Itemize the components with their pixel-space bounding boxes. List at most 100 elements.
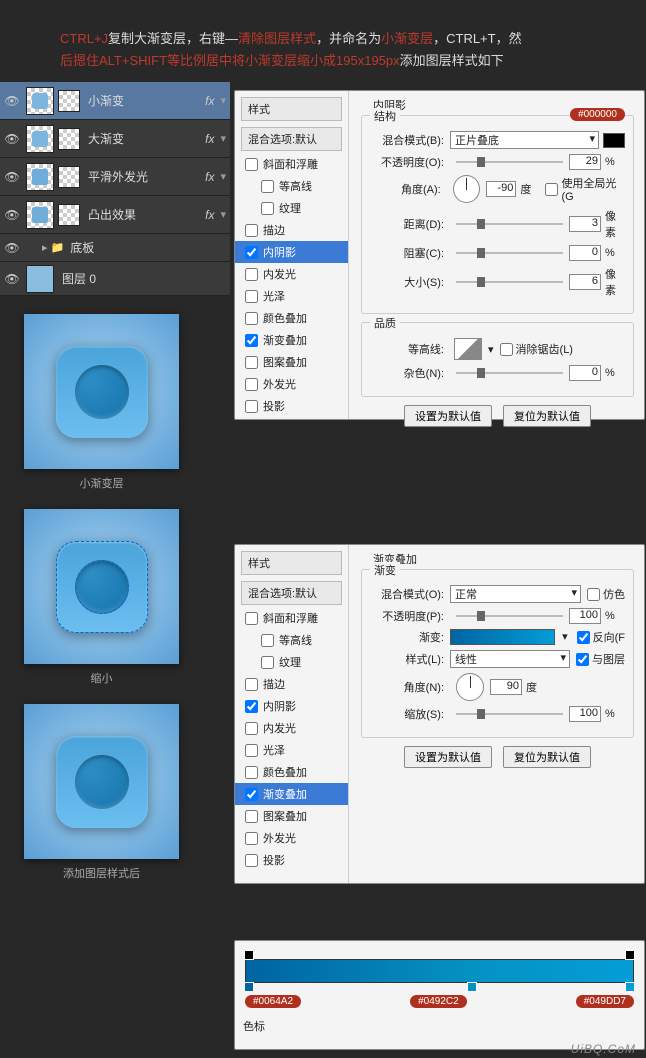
checkbox[interactable]	[245, 678, 258, 691]
mask-thumb[interactable]	[58, 90, 80, 112]
checkbox[interactable]	[245, 268, 258, 281]
global-light-checkbox[interactable]	[545, 183, 558, 196]
style-satin[interactable]: 光泽	[235, 285, 348, 307]
style-pattern-overlay[interactable]: 图案叠加	[235, 805, 348, 827]
blend-mode-select[interactable]: 正常	[450, 585, 581, 603]
checkbox[interactable]	[245, 700, 258, 713]
layer-row[interactable]: 👁 平滑外发光 fx▾	[0, 158, 230, 196]
style-inner-glow[interactable]: 内发光	[235, 717, 348, 739]
fx-badge[interactable]: fx	[199, 208, 220, 222]
fx-badge[interactable]: fx	[199, 132, 220, 146]
visibility-icon[interactable]: 👁	[0, 170, 24, 184]
style-drop-shadow[interactable]: 投影	[235, 395, 348, 417]
opacity-input[interactable]: 100	[569, 608, 601, 624]
antialias-checkbox[interactable]	[500, 343, 513, 356]
style-pattern-overlay[interactable]: 图案叠加	[235, 351, 348, 373]
checkbox[interactable]	[245, 612, 258, 625]
mask-thumb[interactable]	[58, 204, 80, 226]
reset-default-button[interactable]: 复位为默认值	[503, 405, 591, 427]
align-checkbox[interactable]	[576, 653, 589, 666]
layer-thumb[interactable]	[26, 125, 54, 153]
checkbox[interactable]	[245, 810, 258, 823]
angle-input[interactable]: 90	[490, 679, 522, 695]
style-bevel[interactable]: 斜面和浮雕	[235, 607, 348, 629]
mask-thumb[interactable]	[58, 128, 80, 150]
color-stop[interactable]	[244, 982, 254, 992]
checkbox[interactable]	[245, 854, 258, 867]
checkbox[interactable]	[261, 202, 274, 215]
blend-mode-select[interactable]: 正片叠底	[450, 131, 599, 149]
style-inner-shadow[interactable]: 内阴影	[235, 695, 348, 717]
visibility-icon[interactable]: 👁	[0, 241, 24, 255]
layer-name[interactable]: 大渐变	[82, 130, 199, 147]
style-stroke[interactable]: 描边	[235, 219, 348, 241]
layer-name[interactable]: 底板	[64, 239, 230, 256]
style-satin[interactable]: 光泽	[235, 739, 348, 761]
noise-input[interactable]: 0	[569, 365, 601, 381]
checkbox[interactable]	[245, 290, 258, 303]
reverse-checkbox[interactable]	[577, 631, 590, 644]
style-color-overlay[interactable]: 颜色叠加	[235, 761, 348, 783]
layer-name[interactable]: 平滑外发光	[82, 168, 199, 185]
size-input[interactable]: 6	[569, 274, 601, 290]
layer-name[interactable]: 小渐变	[82, 92, 199, 109]
checkbox[interactable]	[245, 158, 258, 171]
layer-thumb[interactable]	[26, 265, 54, 293]
layer-row[interactable]: 👁 凸出效果 fx▾	[0, 196, 230, 234]
make-default-button[interactable]: 设置为默认值	[404, 746, 492, 768]
opacity-slider[interactable]	[456, 615, 563, 617]
style-texture[interactable]: 纹理	[235, 651, 348, 673]
fx-badge[interactable]: fx	[199, 170, 220, 184]
checkbox[interactable]	[261, 180, 274, 193]
angle-wheel[interactable]	[453, 175, 480, 203]
layer-thumb[interactable]	[26, 87, 54, 115]
distance-slider[interactable]	[456, 223, 563, 225]
layer-name[interactable]: 图层 0	[56, 270, 230, 287]
checkbox[interactable]	[245, 788, 258, 801]
style-outer-glow[interactable]: 外发光	[235, 827, 348, 849]
blend-options[interactable]: 混合选项:默认	[241, 127, 342, 151]
scale-slider[interactable]	[456, 713, 563, 715]
checkbox[interactable]	[245, 744, 258, 757]
layer-thumb[interactable]	[26, 163, 54, 191]
size-slider[interactable]	[456, 281, 563, 283]
make-default-button[interactable]: 设置为默认值	[404, 405, 492, 427]
layer-row[interactable]: 👁 图层 0	[0, 262, 230, 296]
chevron-down-icon[interactable]: ▾	[220, 94, 230, 107]
style-color-overlay[interactable]: 颜色叠加	[235, 307, 348, 329]
visibility-icon[interactable]: 👁	[0, 272, 24, 286]
checkbox[interactable]	[261, 634, 274, 647]
checkbox[interactable]	[245, 832, 258, 845]
blend-options[interactable]: 混合选项:默认	[241, 581, 342, 605]
style-inner-shadow[interactable]: 内阴影	[235, 241, 348, 263]
gradient-strip[interactable]	[245, 959, 634, 983]
style-stroke[interactable]: 描边	[235, 673, 348, 695]
checkbox[interactable]	[261, 656, 274, 669]
checkbox[interactable]	[245, 378, 258, 391]
style-inner-glow[interactable]: 内发光	[235, 263, 348, 285]
checkbox[interactable]	[245, 722, 258, 735]
opacity-stop[interactable]	[625, 950, 635, 960]
contour-picker[interactable]	[454, 338, 482, 360]
choke-slider[interactable]	[456, 252, 563, 254]
layer-row-selected[interactable]: 👁 小渐变 fx▾	[0, 82, 230, 120]
gradient-picker[interactable]	[450, 629, 555, 645]
reset-default-button[interactable]: 复位为默认值	[503, 746, 591, 768]
style-drop-shadow[interactable]: 投影	[235, 849, 348, 871]
angle-input[interactable]: -90	[486, 181, 517, 197]
dither-checkbox[interactable]	[587, 588, 600, 601]
distance-input[interactable]: 3	[569, 216, 601, 232]
opacity-slider[interactable]	[456, 161, 563, 163]
noise-slider[interactable]	[456, 372, 563, 374]
checkbox[interactable]	[245, 312, 258, 325]
opacity-stop[interactable]	[244, 950, 254, 960]
color-stop[interactable]	[625, 982, 635, 992]
style-grad-overlay[interactable]: 渐变叠加	[235, 329, 348, 351]
angle-wheel[interactable]	[456, 673, 484, 701]
checkbox[interactable]	[245, 356, 258, 369]
style-bevel[interactable]: 斜面和浮雕	[235, 153, 348, 175]
chevron-down-icon[interactable]: ▾	[220, 132, 230, 145]
layer-name[interactable]: 凸出效果	[82, 206, 199, 223]
layer-thumb[interactable]	[26, 201, 54, 229]
checkbox[interactable]	[245, 224, 258, 237]
